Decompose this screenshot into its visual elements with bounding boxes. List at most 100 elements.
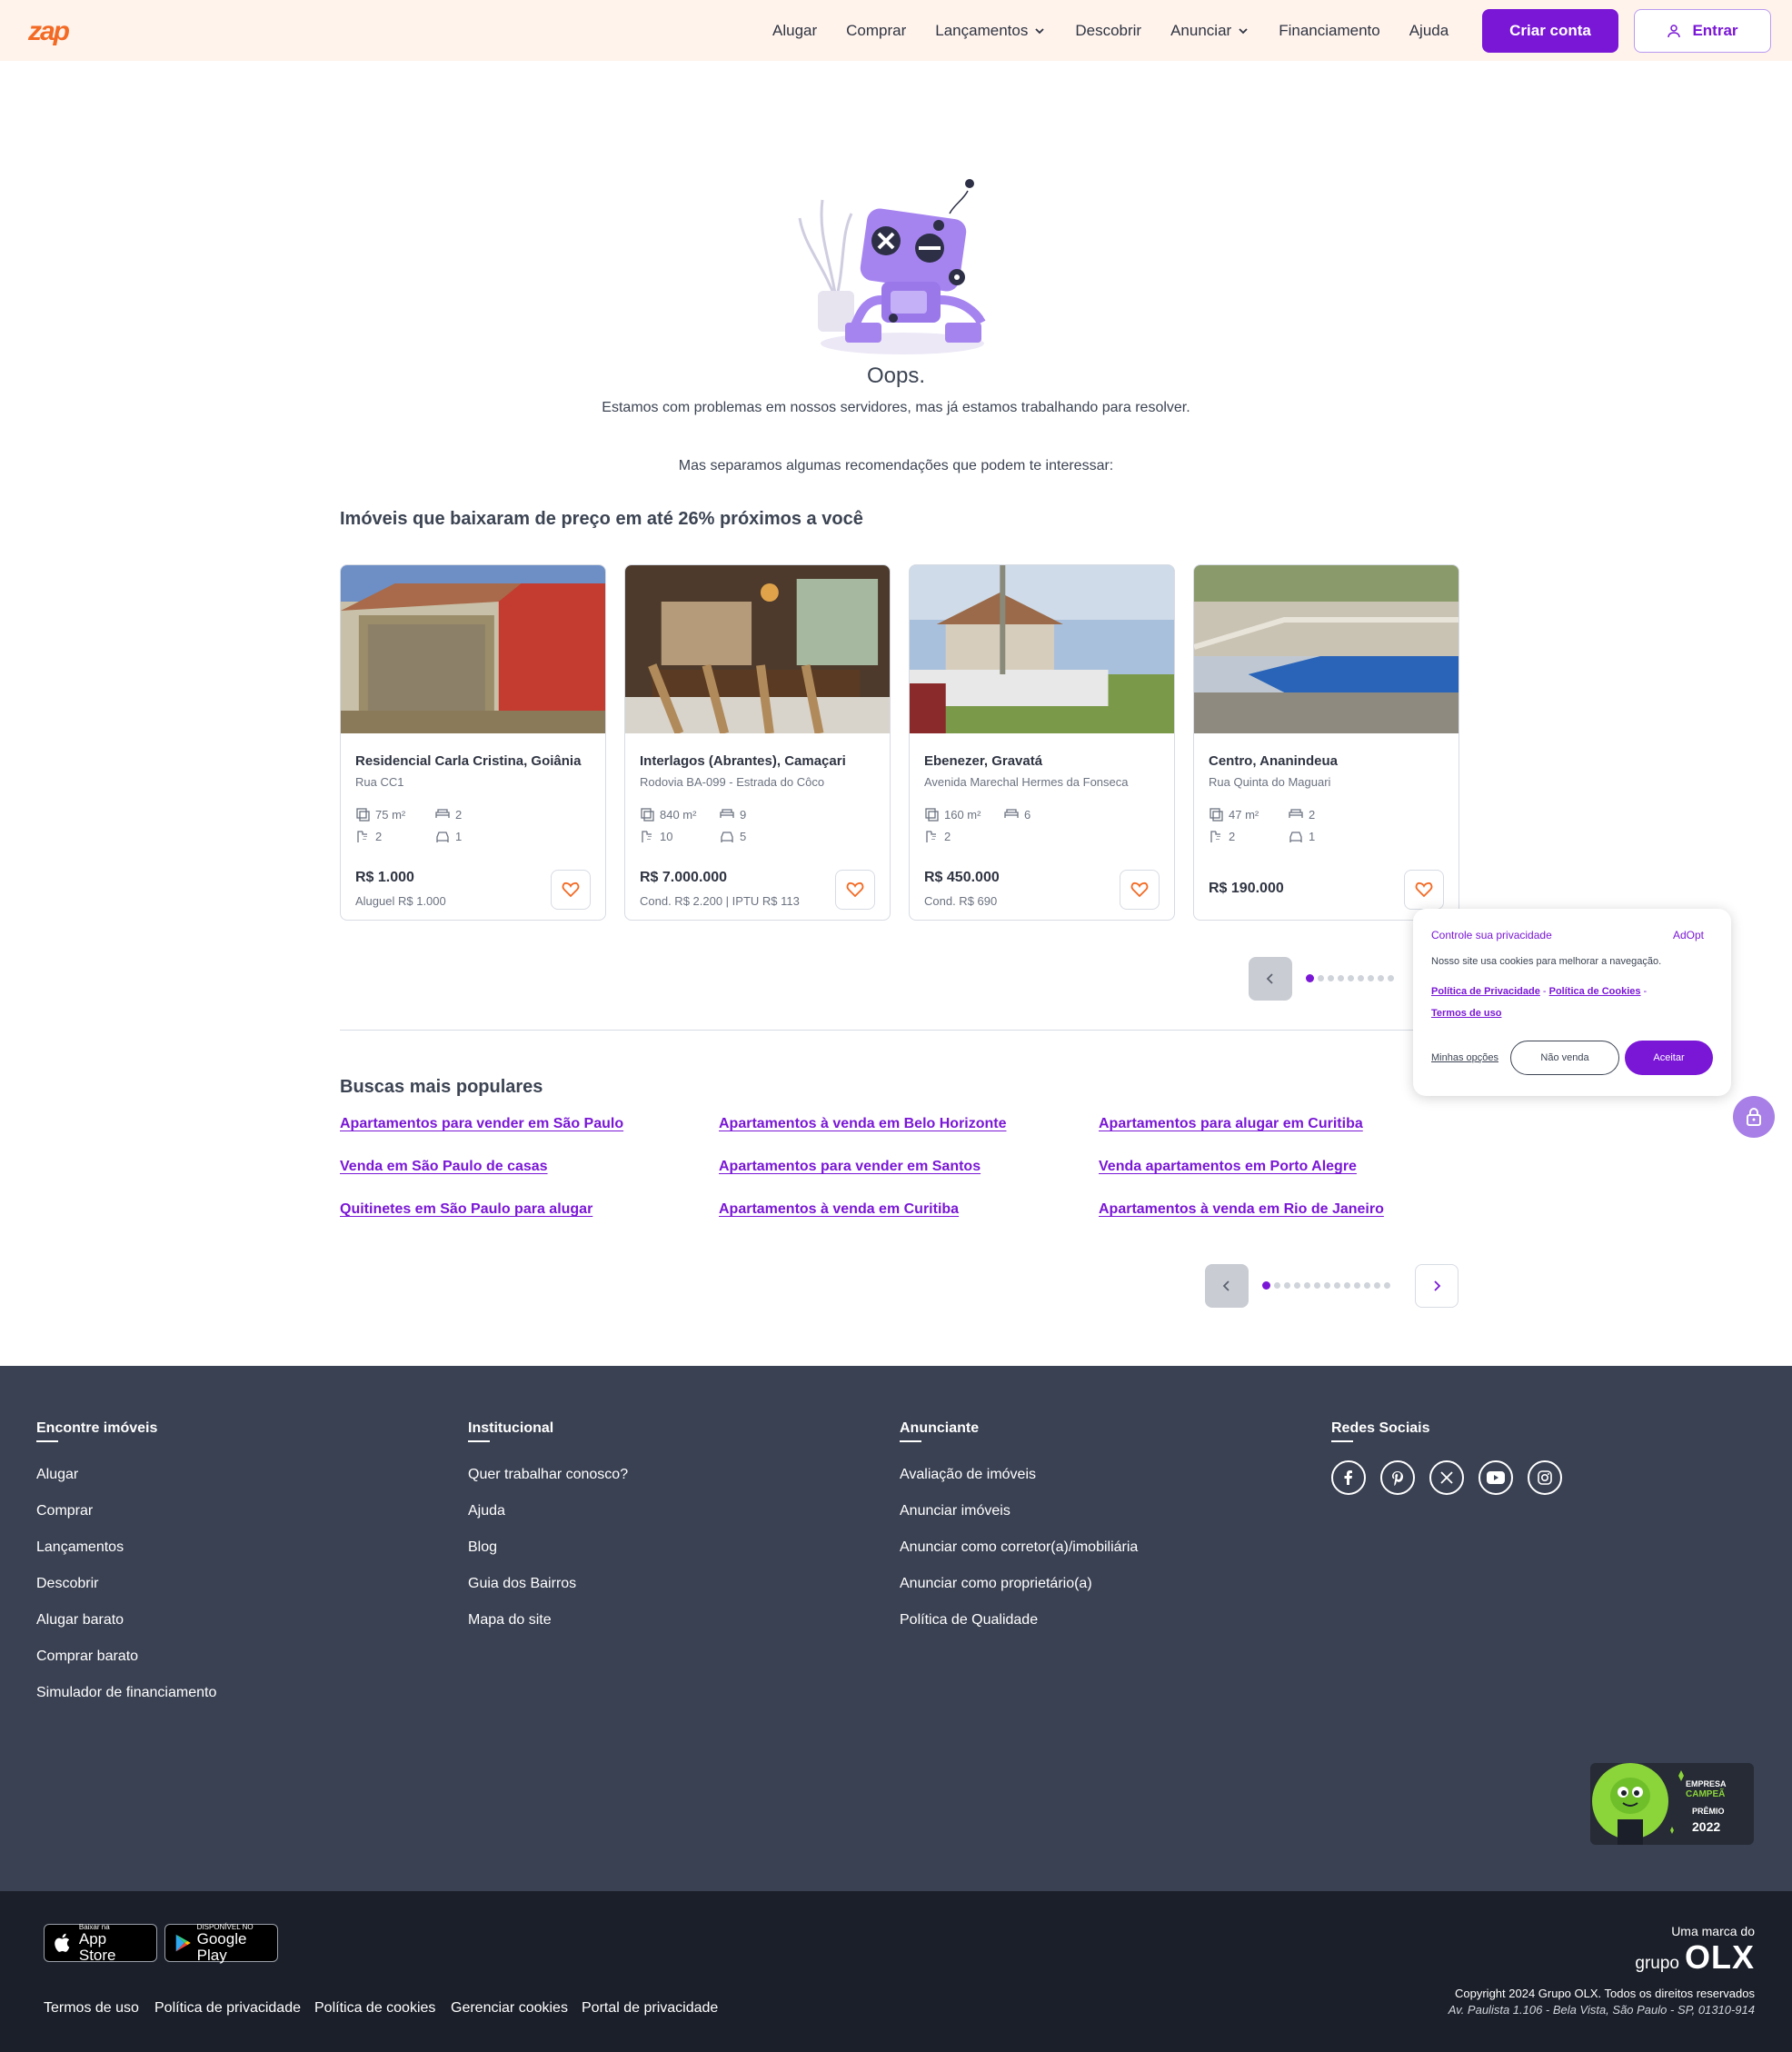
footer-link[interactable]: Ajuda bbox=[468, 1503, 628, 1519]
do-not-sell-button[interactable]: Não venda bbox=[1510, 1041, 1619, 1075]
carousel-dot[interactable] bbox=[1274, 1282, 1280, 1289]
card-title: Ebenezer, Gravatá bbox=[924, 753, 1043, 769]
google-play-button[interactable]: DISPONÍVEL NO Google Play bbox=[164, 1923, 278, 1963]
footer-link[interactable]: Guia dos Bairros bbox=[468, 1576, 628, 1592]
x-twitter-icon[interactable] bbox=[1429, 1460, 1464, 1495]
instagram-icon[interactable] bbox=[1528, 1460, 1562, 1495]
my-options-link[interactable]: Minhas opções bbox=[1431, 1052, 1498, 1063]
popular-link[interactable]: Apartamentos para vender em Santos bbox=[719, 1159, 981, 1175]
footer-link[interactable]: Descobrir bbox=[36, 1576, 216, 1592]
chevron-down-icon bbox=[1035, 27, 1044, 34]
privacy-policy-link[interactable]: Política de Privacidade bbox=[1431, 986, 1540, 997]
carousel-dot[interactable] bbox=[1334, 1282, 1340, 1289]
favorite-button[interactable] bbox=[1404, 870, 1444, 910]
favorite-button[interactable] bbox=[1120, 870, 1160, 910]
nav-descobrir[interactable]: Descobrir bbox=[1075, 22, 1141, 40]
nav-lancamentos[interactable]: Lançamentos bbox=[935, 22, 1046, 40]
carousel-dot[interactable] bbox=[1384, 1282, 1390, 1289]
carousel-dot[interactable] bbox=[1324, 1282, 1330, 1289]
footer-link[interactable]: Quer trabalhar conosco? bbox=[468, 1467, 628, 1483]
popular-link[interactable]: Apartamentos para vender em São Paulo bbox=[340, 1116, 623, 1132]
carousel-dot[interactable] bbox=[1388, 975, 1394, 981]
footer-link[interactable]: Lançamentos bbox=[36, 1539, 216, 1556]
popular-next-button[interactable] bbox=[1415, 1264, 1458, 1308]
carousel-dot[interactable] bbox=[1378, 975, 1384, 981]
footer-link[interactable]: Avaliação de imóveis bbox=[900, 1467, 1138, 1483]
carousel-dot[interactable] bbox=[1304, 1282, 1310, 1289]
bottom-link-privacy[interactable]: Política de privacidade bbox=[154, 2000, 301, 2017]
footer-link[interactable]: Alugar barato bbox=[36, 1612, 216, 1629]
popular-link[interactable]: Quitinetes em São Paulo para alugar bbox=[340, 1201, 592, 1218]
nav-alugar[interactable]: Alugar bbox=[772, 22, 817, 40]
create-account-button[interactable]: Criar conta bbox=[1482, 9, 1618, 53]
adopt-brand[interactable]: AdOpt bbox=[1673, 929, 1704, 941]
property-card[interactable]: Centro, Ananindeua Rua Quinta do Maguari… bbox=[1193, 564, 1459, 921]
pinterest-icon[interactable] bbox=[1380, 1460, 1415, 1495]
carousel-dot[interactable] bbox=[1344, 1282, 1350, 1289]
carousel-prev-button[interactable] bbox=[1249, 957, 1292, 1001]
carousel-dot[interactable] bbox=[1284, 1282, 1290, 1289]
popular-link[interactable]: Venda em São Paulo de casas bbox=[340, 1159, 548, 1175]
shower-icon bbox=[642, 831, 652, 842]
app-store-button[interactable]: Baixar na App Store bbox=[44, 1923, 157, 1963]
nav-anunciar[interactable]: Anunciar bbox=[1170, 22, 1249, 40]
carousel-dot[interactable] bbox=[1314, 1282, 1320, 1289]
parking-value: 1 bbox=[455, 829, 463, 843]
feature-bathrooms: 2 bbox=[924, 825, 1004, 847]
footer-link[interactable]: Comprar barato bbox=[36, 1649, 216, 1665]
carousel-dot[interactable] bbox=[1328, 975, 1334, 981]
facebook-icon[interactable] bbox=[1331, 1460, 1366, 1495]
nav-ajuda[interactable]: Ajuda bbox=[1409, 22, 1449, 40]
carousel-dot[interactable] bbox=[1358, 975, 1364, 981]
popular-prev-button[interactable] bbox=[1205, 1264, 1249, 1308]
carousel-dot[interactable] bbox=[1318, 975, 1324, 981]
carousel-dot[interactable] bbox=[1338, 975, 1344, 981]
carousel-dot[interactable] bbox=[1262, 1281, 1270, 1290]
footer-link[interactable]: Política de Qualidade bbox=[900, 1612, 1138, 1629]
grupo-olx-logo[interactable]: grupo OLX bbox=[1635, 1938, 1755, 1977]
footer-link[interactable]: Anunciar como corretor(a)/imobiliária bbox=[900, 1539, 1138, 1556]
feature-bedrooms: 6 bbox=[1004, 803, 1084, 825]
privacy-toggle-button[interactable] bbox=[1733, 1096, 1775, 1138]
accept-cookies-button[interactable]: Aceitar bbox=[1625, 1041, 1713, 1075]
popular-link[interactable]: Venda apartamentos em Porto Alegre bbox=[1099, 1159, 1357, 1175]
bottom-link-terms[interactable]: Termos de uso bbox=[44, 2000, 139, 2017]
carousel-dot[interactable] bbox=[1364, 1282, 1370, 1289]
terms-link[interactable]: Termos de uso bbox=[1431, 1008, 1501, 1019]
login-button[interactable]: Entrar bbox=[1634, 9, 1771, 53]
property-card[interactable]: Residencial Carla Cristina, Goiânia Rua … bbox=[340, 564, 606, 921]
carousel-dot[interactable] bbox=[1294, 1282, 1300, 1289]
footer-link[interactable]: Alugar bbox=[36, 1467, 216, 1483]
popular-link[interactable]: Apartamentos para alugar em Curitiba bbox=[1099, 1116, 1363, 1132]
popular-searches-title: Buscas mais populares bbox=[340, 1077, 543, 1097]
footer-link[interactable]: Anunciar imóveis bbox=[900, 1503, 1138, 1519]
favorite-button[interactable] bbox=[835, 870, 875, 910]
carousel-dot[interactable] bbox=[1368, 975, 1374, 981]
zap-logo[interactable]: zap bbox=[28, 16, 70, 47]
carousel-dot[interactable] bbox=[1306, 974, 1314, 982]
carousel-dot[interactable] bbox=[1348, 975, 1354, 981]
privacy-title: Controle sua privacidade bbox=[1431, 929, 1552, 941]
property-card[interactable]: Ebenezer, Gravatá Avenida Marechal Herme… bbox=[909, 564, 1175, 921]
footer-link[interactable]: Anunciar como proprietário(a) bbox=[900, 1576, 1138, 1592]
footer-link[interactable]: Blog bbox=[468, 1539, 628, 1556]
cookie-policy-link[interactable]: Política de Cookies bbox=[1549, 986, 1641, 997]
nav-comprar[interactable]: Comprar bbox=[846, 22, 906, 40]
popular-link[interactable]: Apartamentos à venda em Curitiba bbox=[719, 1201, 959, 1218]
nav-financiamento[interactable]: Financiamento bbox=[1279, 22, 1380, 40]
popular-link[interactable]: Apartamentos à venda em Belo Horizonte bbox=[719, 1116, 1007, 1132]
bottom-link-cookies[interactable]: Política de cookies bbox=[314, 2000, 435, 2017]
carousel-dot[interactable] bbox=[1354, 1282, 1360, 1289]
carousel-dot[interactable] bbox=[1374, 1282, 1380, 1289]
card-price-sub: Cond. R$ 2.200 | IPTU R$ 113 bbox=[640, 894, 800, 908]
bottom-link-privacy-portal[interactable]: Portal de privacidade bbox=[582, 2000, 718, 2017]
bottom-link-manage-cookies[interactable]: Gerenciar cookies bbox=[451, 2000, 568, 2017]
youtube-icon[interactable] bbox=[1478, 1460, 1513, 1495]
footer-link[interactable]: Comprar bbox=[36, 1503, 216, 1519]
footer-link[interactable]: Mapa do site bbox=[468, 1612, 628, 1629]
footer-link[interactable]: Simulador de financiamento bbox=[36, 1685, 216, 1701]
property-card[interactable]: Interlagos (Abrantes), Camaçari Rodovia … bbox=[624, 564, 891, 921]
nav-label: Financiamento bbox=[1279, 21, 1380, 39]
popular-link[interactable]: Apartamentos à venda em Rio de Janeiro bbox=[1099, 1201, 1384, 1218]
favorite-button[interactable] bbox=[551, 870, 591, 910]
